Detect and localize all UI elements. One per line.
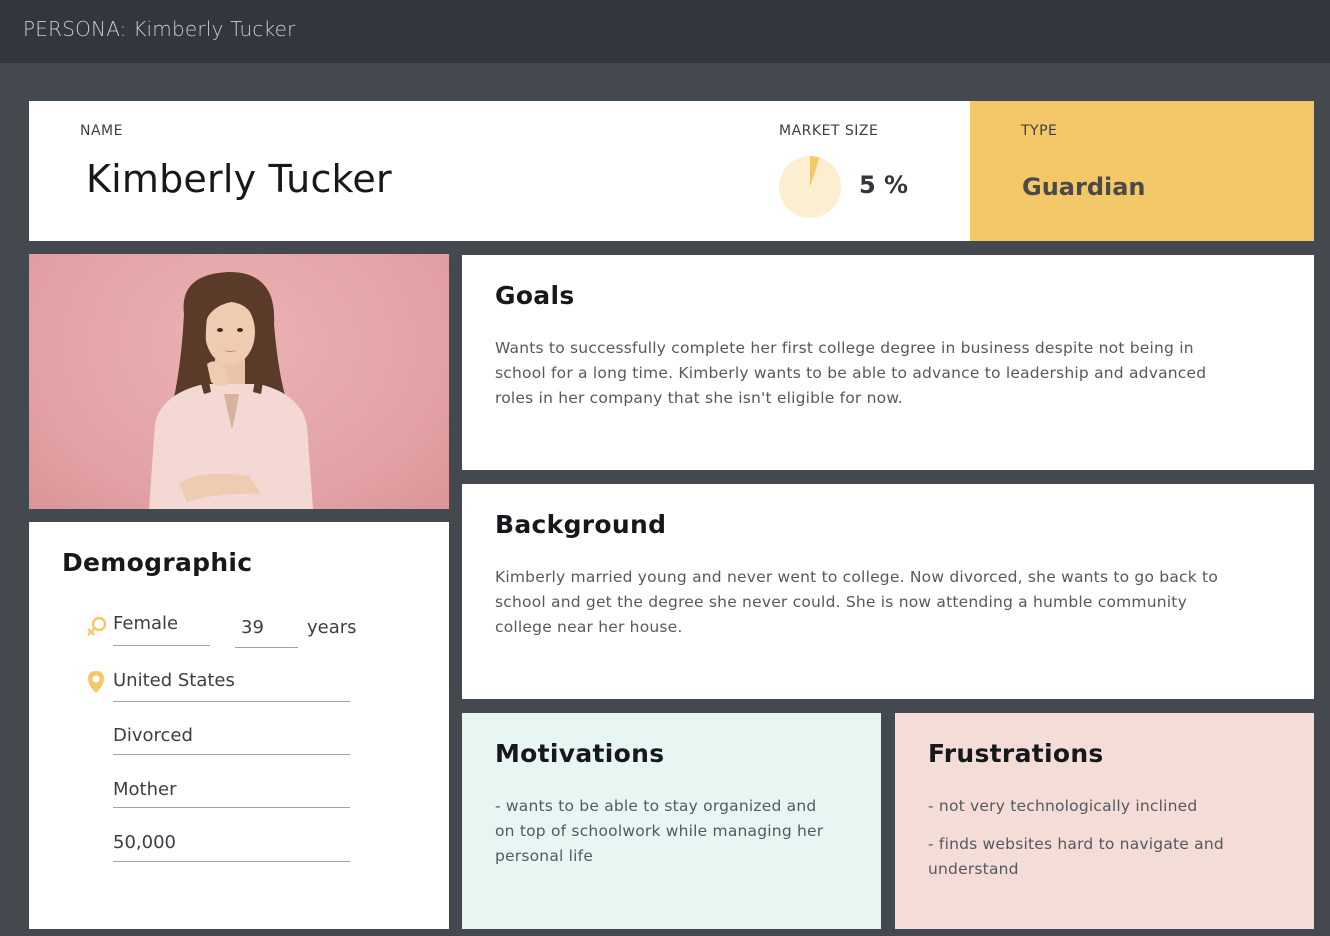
background-text[interactable]: Kimberly married young and never went to…	[495, 565, 1295, 640]
age-field[interactable]: 39	[241, 617, 264, 638]
background-card: Background Kimberly married young and ne…	[462, 484, 1314, 699]
woman-portrait-icon	[149, 272, 313, 509]
motivations-card: Motivations - wants to be able to stay o…	[462, 713, 881, 929]
motivations-line: personal life	[495, 847, 594, 865]
persona-name[interactable]: Kimberly Tucker	[86, 157, 392, 201]
demographic-card: Demographic Female 39 years United State…	[29, 522, 449, 929]
female-icon	[87, 616, 107, 636]
top-bar: PERSONA: Kimberly Tucker	[0, 0, 1330, 63]
market-size-pie	[779, 156, 841, 218]
goals-line: roles in her company that she isn't elig…	[495, 389, 903, 407]
gender-underline	[113, 645, 210, 646]
marital-status-underline	[113, 754, 350, 755]
location-underline	[113, 701, 350, 702]
background-line: college near her house.	[495, 618, 683, 636]
demographic-title: Demographic	[62, 548, 253, 577]
role-underline	[113, 807, 350, 808]
age-underline	[235, 647, 298, 648]
frustrations-card: Frustrations - not very technologically …	[895, 713, 1314, 929]
market-size-value[interactable]: 5 %	[859, 171, 908, 199]
motivations-title: Motivations	[495, 739, 665, 768]
frustrations-line: understand	[928, 860, 1019, 878]
location-pin-icon	[88, 671, 104, 693]
income-field[interactable]: 50,000	[113, 832, 176, 853]
goals-line: Wants to successfully complete her first…	[495, 339, 1194, 357]
income-underline	[113, 861, 350, 862]
name-card: NAME Kimberly Tucker MARKET SIZE 5 %	[29, 101, 970, 241]
gender-field[interactable]: Female	[113, 613, 178, 634]
role-field[interactable]: Mother	[113, 779, 176, 800]
background-line: school and get the degree she never coul…	[495, 593, 1187, 611]
goals-card: Goals Wants to successfully complete her…	[462, 255, 1314, 470]
marital-status-field[interactable]: Divorced	[113, 725, 193, 746]
frustrations-title: Frustrations	[928, 739, 1104, 768]
type-label: TYPE	[1021, 123, 1058, 139]
persona-title: PERSONA: Kimberly Tucker	[23, 17, 296, 41]
goals-title: Goals	[495, 281, 575, 310]
persona-photo[interactable]	[29, 254, 449, 509]
goals-text[interactable]: Wants to successfully complete her first…	[495, 336, 1295, 411]
background-title: Background	[495, 510, 667, 539]
frustrations-item: - not very technologically inclined	[928, 797, 1198, 815]
background-line: Kimberly married young and never went to…	[495, 568, 1219, 586]
name-label: NAME	[80, 123, 123, 139]
frustrations-line: - finds websites hard to navigate and	[928, 835, 1224, 853]
location-field[interactable]: United States	[113, 670, 235, 691]
age-unit: years	[307, 617, 357, 638]
type-card: TYPE Guardian	[970, 101, 1314, 241]
type-value[interactable]: Guardian	[1022, 173, 1146, 201]
motivations-line: - wants to be able to stay organized and	[495, 797, 817, 815]
frustrations-text[interactable]: - not very technologically inclined - fi…	[928, 794, 1308, 882]
market-size-label: MARKET SIZE	[779, 123, 879, 139]
goals-line: school for a long time. Kimberly wants t…	[495, 364, 1207, 382]
motivations-line: on top of schoolwork while managing her	[495, 822, 824, 840]
motivations-text[interactable]: - wants to be able to stay organized and…	[495, 794, 875, 869]
